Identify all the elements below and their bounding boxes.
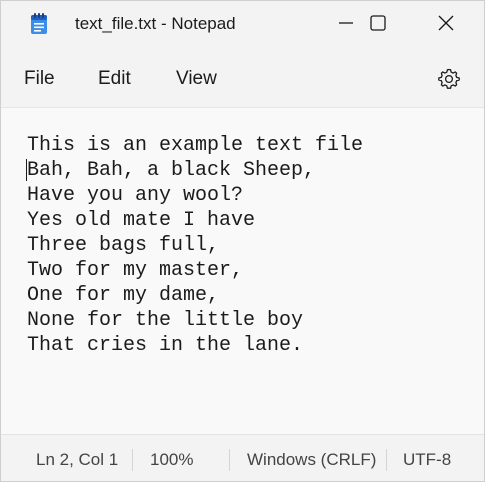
- close-icon: [438, 15, 454, 31]
- notepad-window: text_file.txt - Notepad File Edit View T…: [0, 0, 485, 482]
- text-caret: [26, 159, 27, 181]
- menu-view[interactable]: View: [176, 67, 217, 91]
- zoom-level[interactable]: 100%: [150, 450, 193, 470]
- text-editor[interactable]: This is an example text file Bah, Bah, a…: [1, 107, 484, 434]
- line-ending[interactable]: Windows (CRLF): [247, 450, 376, 470]
- encoding[interactable]: UTF-8: [403, 450, 451, 470]
- close-button[interactable]: [423, 1, 469, 45]
- maximize-button[interactable]: [355, 1, 401, 45]
- maximize-icon: [370, 15, 386, 31]
- text-line: One for my dame,: [27, 284, 220, 307]
- minimize-icon: [339, 22, 353, 24]
- notepad-icon: [31, 13, 47, 34]
- gear-icon: [438, 68, 460, 89]
- status-divider: [132, 449, 133, 471]
- status-bar: Ln 2, Col 1 100% Windows (CRLF) UTF-8: [1, 434, 484, 481]
- status-divider: [386, 449, 387, 471]
- text-line: None for the little boy: [27, 309, 304, 332]
- text-line: Bah, Bah, a black Sheep,: [27, 159, 316, 182]
- menu-file[interactable]: File: [24, 67, 55, 91]
- status-divider: [229, 449, 230, 471]
- text-line: That cries in the lane.: [27, 334, 304, 357]
- window-title: text_file.txt - Notepad: [75, 14, 236, 33]
- text-line: Three bags full,: [27, 234, 220, 257]
- text-line: Yes old mate I have: [27, 209, 256, 232]
- text-line: Have you any wool?: [27, 184, 244, 207]
- title-bar[interactable]: text_file.txt - Notepad: [1, 1, 484, 47]
- text-line: This is an example text file: [27, 134, 364, 157]
- text-line: Two for my master,: [27, 259, 244, 282]
- editor-content[interactable]: This is an example text file Bah, Bah, a…: [27, 133, 363, 358]
- menu-edit[interactable]: Edit: [98, 67, 131, 91]
- cursor-position[interactable]: Ln 2, Col 1: [36, 450, 118, 470]
- settings-button[interactable]: [437, 67, 461, 91]
- menu-bar: File Edit View: [1, 47, 484, 107]
